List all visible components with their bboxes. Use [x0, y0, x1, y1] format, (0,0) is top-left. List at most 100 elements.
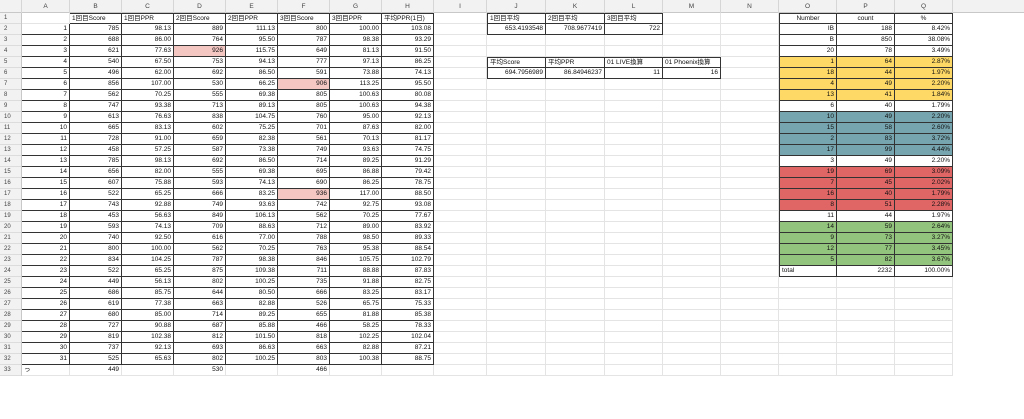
cell-grid[interactable]: 1回目Score 1回目PPR 2回目Score 2回目PPR 3回目Score 3回目P…: [22, 13, 953, 376]
cell[interactable]: [546, 156, 605, 167]
cell[interactable]: [546, 123, 605, 134]
data-cell[interactable]: 496: [70, 68, 122, 79]
row-number[interactable]: 32: [0, 354, 21, 365]
data-cell[interactable]: 3: [22, 46, 70, 57]
data-cell[interactable]: 95.50: [226, 35, 278, 46]
data-cell[interactable]: 78.75: [382, 178, 434, 189]
spreadsheet[interactable]: ABCDEFGHIJKLMNOPQ 1 2 3 4 5 6 7 8 9 10 11 12 13 14 15 1…: [0, 0, 1024, 419]
cell[interactable]: 530: [174, 365, 226, 376]
cell[interactable]: [546, 255, 605, 266]
data-cell[interactable]: 75.33: [382, 299, 434, 310]
cell[interactable]: [546, 321, 605, 332]
data-cell[interactable]: 104.75: [226, 112, 278, 123]
data-cell[interactable]: 69.38: [226, 90, 278, 101]
cell[interactable]: [546, 332, 605, 343]
data-cell[interactable]: 713: [174, 101, 226, 112]
data-cell[interactable]: 93.08: [382, 200, 434, 211]
cell[interactable]: [434, 343, 487, 354]
cell[interactable]: [546, 35, 605, 46]
cell[interactable]: [663, 13, 721, 24]
data-cell[interactable]: 65.63: [122, 354, 174, 365]
cell[interactable]: [487, 244, 546, 255]
cell[interactable]: [605, 288, 663, 299]
data-cell[interactable]: 86.25: [382, 57, 434, 68]
data-cell[interactable]: 665: [70, 123, 122, 134]
data-cell[interactable]: 107.00: [122, 79, 174, 90]
data-cell[interactable]: 75.25: [226, 123, 278, 134]
cell[interactable]: [721, 46, 779, 57]
cell[interactable]: [779, 332, 837, 343]
data-cell[interactable]: 812: [174, 332, 226, 343]
data-cell[interactable]: 92.13: [382, 112, 434, 123]
data-cell[interactable]: 800: [70, 244, 122, 255]
data-cell[interactable]: 525: [70, 354, 122, 365]
data-cell[interactable]: 90.88: [122, 321, 174, 332]
row-number[interactable]: 10: [0, 112, 21, 123]
cell[interactable]: [434, 156, 487, 167]
stats-cell[interactable]: 1.79%: [895, 189, 953, 200]
cell[interactable]: [546, 189, 605, 200]
cell[interactable]: [434, 57, 487, 68]
data-cell[interactable]: 2: [22, 35, 70, 46]
cell[interactable]: [487, 222, 546, 233]
data-cell[interactable]: 93.63: [226, 200, 278, 211]
data-cell[interactable]: 113.25: [330, 79, 382, 90]
data-cell[interactable]: 109.38: [226, 266, 278, 277]
data-cell[interactable]: 21: [22, 244, 70, 255]
stats-cell[interactable]: 14: [779, 222, 837, 233]
data-cell[interactable]: 92.75: [330, 200, 382, 211]
data-cell[interactable]: 89.33: [382, 233, 434, 244]
header-cell[interactable]: 平均PPR(1日): [382, 13, 434, 24]
data-cell[interactable]: 100.25: [226, 354, 278, 365]
cell[interactable]: [605, 277, 663, 288]
cell[interactable]: [837, 354, 895, 365]
data-cell[interactable]: 83.17: [382, 288, 434, 299]
cell[interactable]: [837, 277, 895, 288]
cell[interactable]: [721, 222, 779, 233]
stats-total-cell[interactable]: 100.00%: [895, 266, 953, 277]
data-cell[interactable]: 89.13: [226, 101, 278, 112]
cell[interactable]: [779, 288, 837, 299]
data-cell[interactable]: 562: [70, 90, 122, 101]
stats-cell[interactable]: 77: [837, 244, 895, 255]
cell[interactable]: [721, 167, 779, 178]
data-cell[interactable]: 663: [278, 343, 330, 354]
cell[interactable]: [721, 68, 779, 79]
data-cell[interactable]: 23: [22, 266, 70, 277]
data-cell[interactable]: 666: [174, 189, 226, 200]
data-cell[interactable]: 98.13: [122, 24, 174, 35]
cell[interactable]: [721, 332, 779, 343]
stats-cell[interactable]: 3.27%: [895, 233, 953, 244]
data-cell[interactable]: 24: [22, 277, 70, 288]
stats-cell[interactable]: 83: [837, 134, 895, 145]
data-cell[interactable]: 89.25: [226, 310, 278, 321]
stats-cell[interactable]: 82: [837, 255, 895, 266]
data-cell[interactable]: 87.21: [382, 343, 434, 354]
data-cell[interactable]: 714: [278, 156, 330, 167]
data-cell[interactable]: 104.25: [122, 255, 174, 266]
data-cell[interactable]: 62.00: [122, 68, 174, 79]
stats-cell[interactable]: 40: [837, 189, 895, 200]
data-cell[interactable]: 800: [278, 24, 330, 35]
data-cell[interactable]: 93.38: [122, 101, 174, 112]
data-cell[interactable]: 613: [70, 112, 122, 123]
data-cell[interactable]: 92.50: [122, 233, 174, 244]
row-number[interactable]: 25: [0, 277, 21, 288]
data-cell[interactable]: 742: [278, 200, 330, 211]
data-cell[interactable]: 85.00: [122, 310, 174, 321]
cell[interactable]: [605, 46, 663, 57]
cell[interactable]: [434, 123, 487, 134]
cell[interactable]: [721, 189, 779, 200]
data-cell[interactable]: 86.50: [226, 156, 278, 167]
cell[interactable]: [721, 35, 779, 46]
cell[interactable]: [546, 343, 605, 354]
data-cell[interactable]: 30: [22, 343, 70, 354]
column-header-m[interactable]: M: [663, 0, 721, 13]
summary-value-cell[interactable]: 11: [605, 68, 663, 79]
cell[interactable]: [605, 178, 663, 189]
cell[interactable]: [721, 266, 779, 277]
cell[interactable]: [663, 332, 721, 343]
data-cell[interactable]: 680: [70, 310, 122, 321]
column-header-l[interactable]: L: [605, 0, 663, 13]
data-cell[interactable]: 80.50: [226, 288, 278, 299]
